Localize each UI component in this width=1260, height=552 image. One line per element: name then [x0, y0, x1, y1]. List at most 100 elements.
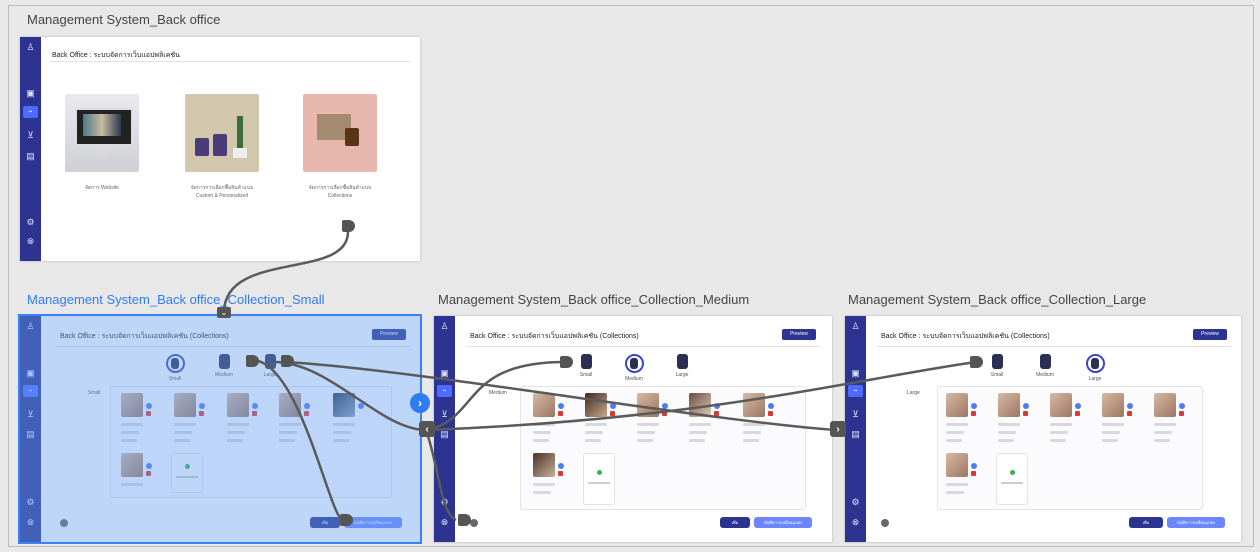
frame-hub[interactable]: ♙ ▣ ▪▪ ⊻ ▤ ⚙ ⊗ Back Office : ระบบจัดการเ…: [20, 37, 420, 261]
manage-website-card[interactable]: จัดการ Website: [65, 94, 139, 192]
cart-icon[interactable]: ⊻: [437, 408, 452, 420]
settings-icon[interactable]: ⚙: [23, 216, 38, 228]
preview-button[interactable]: Preview: [782, 329, 816, 340]
chevron-down-icon[interactable]: ⌄: [217, 307, 231, 318]
logout-icon[interactable]: ⊗: [848, 516, 863, 528]
preview-button[interactable]: Preview: [372, 329, 406, 340]
product-card[interactable]: [743, 393, 783, 458]
logout-icon[interactable]: ⊗: [437, 516, 452, 528]
user-icon[interactable]: ♙: [437, 320, 452, 332]
frame-title-large[interactable]: Management System_Back office_Collection…: [848, 292, 1146, 307]
trash-icon: [146, 471, 151, 476]
product-card[interactable]: [121, 393, 161, 458]
layers-icon[interactable]: ▤: [23, 150, 38, 162]
frame-collection-medium[interactable]: ♙ ▣ ▪▪ ⊻ ▤ ⚙ ⊗ Back Office : ระบบจัดการเ…: [434, 316, 832, 542]
save-button[interactable]: บันทึกการเปลี่ยนแปลง: [754, 517, 812, 528]
frame-collection-small[interactable]: ♙ ▣ ▪▪ ⊻ ▤ ⚙ ⊗ Back Office : ระบบจัดการเ…: [18, 314, 422, 544]
page-title: Back Office : ระบบจัดการเว็บแอปพลิเคชัน: [52, 52, 180, 59]
cart-icon[interactable]: ⊻: [23, 408, 38, 420]
frame-title-small[interactable]: Management System_Back office_Collection…: [27, 292, 324, 307]
tab-medium[interactable]: Medium: [1031, 354, 1059, 378]
settings-icon[interactable]: ⚙: [437, 496, 452, 508]
active-nav-icon[interactable]: ▪▪: [23, 106, 38, 118]
active-nav-icon[interactable]: ▪▪: [23, 385, 38, 397]
frame-collection-large[interactable]: ♙ ▣ ▪▪ ⊻ ▤ ⚙ ⊗ Back Office : ระบบจัดการเ…: [845, 316, 1241, 542]
trash-icon: [1075, 411, 1080, 416]
add-button[interactable]: เพิ่ม: [310, 517, 340, 528]
settings-icon[interactable]: ⚙: [848, 496, 863, 508]
tab-small[interactable]: Small: [572, 354, 600, 378]
product-card[interactable]: [533, 453, 573, 518]
tab-label: Small: [579, 372, 593, 378]
save-button[interactable]: บันทึกการเปลี่ยนแปลง: [1167, 517, 1225, 528]
frame-title-hub[interactable]: Management System_Back office: [27, 12, 220, 27]
add-product-card[interactable]: [171, 453, 203, 493]
product-card[interactable]: [121, 453, 161, 518]
active-nav-icon[interactable]: ▪▪: [437, 385, 452, 397]
chevron-right-icon[interactable]: ›: [410, 393, 430, 413]
user-icon[interactable]: ♙: [23, 320, 38, 332]
website-image: [65, 94, 139, 172]
tab-medium[interactable]: Medium: [210, 354, 238, 378]
tab-label: Medium: [215, 372, 233, 378]
chevron-right-icon[interactable]: ›: [830, 421, 846, 437]
image-icon[interactable]: ▣: [23, 87, 38, 99]
image-icon[interactable]: ▣: [848, 367, 863, 379]
product-card[interactable]: [1102, 393, 1142, 458]
user-icon[interactable]: ♙: [23, 41, 38, 53]
layers-icon[interactable]: ▤: [23, 428, 38, 440]
settings-icon[interactable]: ⚙: [23, 496, 38, 508]
custom-personalized-card[interactable]: จัดการการเลือกซื้อสินค้าแบบ Custom & Per…: [185, 94, 259, 200]
cart-icon[interactable]: ⊻: [23, 129, 38, 141]
preview-button[interactable]: Preview: [1193, 329, 1227, 340]
trash-icon: [304, 411, 309, 416]
connector-handle[interactable]: [342, 220, 355, 232]
product-card[interactable]: [637, 393, 677, 458]
tab-small[interactable]: Small: [983, 354, 1011, 378]
add-product-card[interactable]: [583, 453, 615, 505]
product-card[interactable]: [1050, 393, 1090, 458]
collections-card[interactable]: จัดการการเลือกซื้อสินค้าแบบ Collections: [303, 94, 377, 200]
frame-title-medium[interactable]: Management System_Back office_Collection…: [438, 292, 749, 307]
image-icon[interactable]: ▣: [23, 367, 38, 379]
chevron-left-icon[interactable]: ‹: [419, 421, 435, 437]
connector-handle[interactable]: [281, 355, 294, 367]
add-product-card[interactable]: [996, 453, 1028, 505]
product-card[interactable]: [585, 393, 625, 458]
tab-medium[interactable]: Medium: [620, 354, 648, 382]
connector-handle[interactable]: [340, 514, 353, 526]
product-card[interactable]: [998, 393, 1038, 458]
tab-small[interactable]: Small: [161, 354, 189, 382]
size-label: Small: [88, 390, 101, 396]
product-card[interactable]: [279, 393, 319, 458]
user-icon[interactable]: ♙: [848, 320, 863, 332]
image-icon[interactable]: ▣: [437, 367, 452, 379]
check-icon: [199, 403, 205, 409]
layers-icon[interactable]: ▤: [848, 428, 863, 440]
layers-icon[interactable]: ▤: [437, 428, 452, 440]
active-nav-icon[interactable]: ▪▪: [848, 385, 863, 397]
check-icon: [1023, 403, 1029, 409]
connector-handle[interactable]: [458, 514, 471, 526]
product-card[interactable]: [174, 393, 214, 458]
tab-large[interactable]: Large: [668, 354, 696, 378]
product-card[interactable]: [1154, 393, 1194, 458]
product-card[interactable]: [946, 393, 986, 458]
tab-large[interactable]: Large: [1081, 354, 1109, 382]
product-card[interactable]: [533, 393, 573, 458]
connector-handle[interactable]: [560, 356, 573, 368]
product-card[interactable]: [333, 393, 373, 458]
logout-icon[interactable]: ⊗: [23, 235, 38, 247]
check-icon: [146, 403, 152, 409]
product-card[interactable]: [227, 393, 267, 458]
product-grid: [110, 386, 392, 498]
product-card[interactable]: [946, 453, 986, 518]
connector-handle[interactable]: [246, 355, 259, 367]
logout-icon[interactable]: ⊗: [23, 516, 38, 528]
add-button[interactable]: เพิ่ม: [720, 517, 750, 528]
add-button[interactable]: เพิ่ม: [1129, 517, 1163, 528]
product-card[interactable]: [689, 393, 729, 458]
tab-large[interactable]: Large: [256, 354, 284, 378]
cart-icon[interactable]: ⊻: [848, 408, 863, 420]
connector-handle[interactable]: [970, 356, 983, 368]
